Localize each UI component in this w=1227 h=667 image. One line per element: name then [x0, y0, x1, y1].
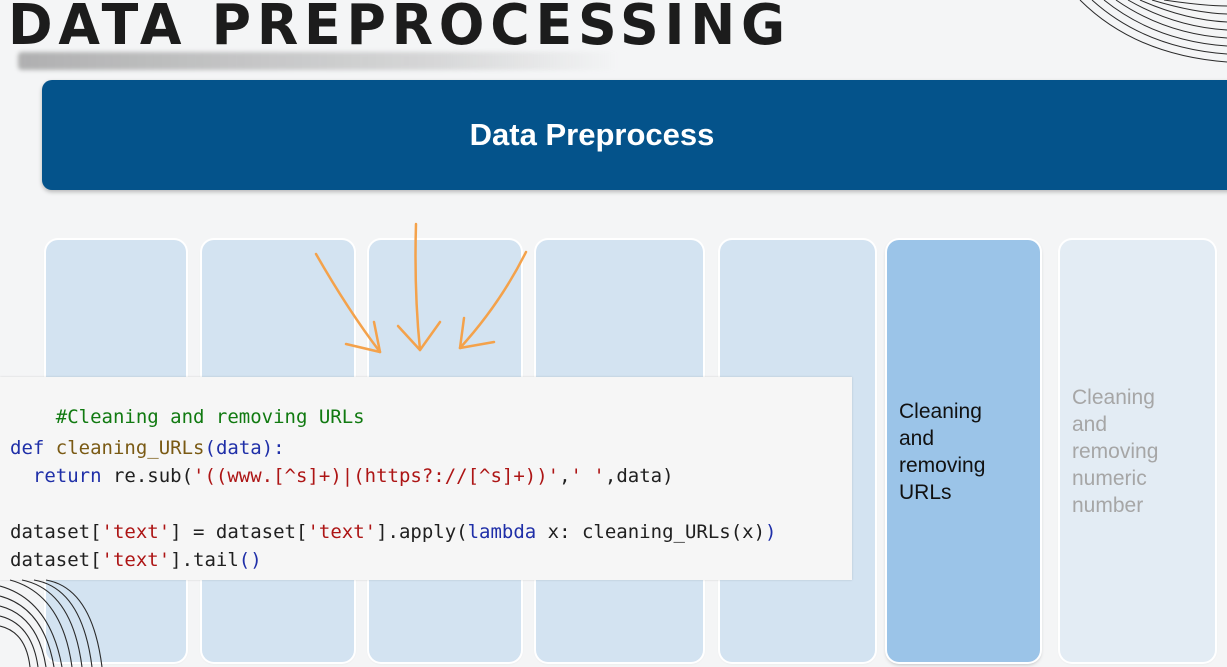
process-card-numeric: Cleaning and removing numeric number — [1060, 240, 1215, 662]
code-apply-line: dataset['text'] = dataset['text'].apply(… — [10, 520, 776, 544]
code-def-keyword: def — [10, 437, 45, 459]
code-func-name: cleaning_URLs — [55, 437, 205, 459]
code-tail-args: ,data) — [604, 465, 674, 487]
code-repl: ' ' — [570, 465, 605, 487]
banner-label: Data Preprocess — [469, 117, 715, 152]
arrow-left — [314, 252, 382, 354]
code-dataset-3: dataset[ — [10, 549, 102, 571]
code-key-2: 'text' — [307, 521, 377, 543]
code-param: (data): — [204, 437, 285, 459]
code-dataset-2: ] = dataset[ — [170, 521, 308, 543]
decorative-arcs-top-right — [1079, 0, 1227, 63]
process-card-urls: Cleaning and removing URLs — [887, 240, 1040, 662]
card-label-numeric: Cleaning and removing numeric number — [1072, 386, 1159, 517]
code-lambda-body: x: cleaning_URLs(x) — [536, 521, 766, 543]
title-underline — [18, 52, 618, 70]
code-resub: re.sub( — [101, 465, 194, 487]
code-comma: , — [559, 465, 571, 487]
code-dataset-1: dataset[ — [10, 521, 102, 543]
arrow-center — [414, 222, 422, 352]
code-lambda-keyword: lambda — [467, 521, 537, 543]
code-pattern: '((www.[^s]+)|(https?://[^s]+))' — [193, 465, 560, 487]
code-comment: #Cleaning and removing URLs — [55, 406, 365, 428]
code-def-line: def cleaning_URLs(data): — [10, 436, 285, 460]
code-tail-parens: () — [238, 549, 262, 571]
code-apply: ].apply( — [376, 521, 468, 543]
slide-title: DATA PREPROCESSING — [8, 0, 791, 58]
code-key-1: 'text' — [101, 521, 171, 543]
card-label-urls: Cleaning and removing URLs — [899, 400, 986, 504]
code-return-line: return re.sub('((www.[^s]+)|(https?://[^… — [10, 464, 674, 488]
arrows-illustration — [314, 222, 528, 354]
arrow-right — [458, 250, 528, 350]
code-tail-line: dataset['text'].tail() — [10, 548, 262, 572]
code-tail: ].tail — [170, 549, 239, 571]
banner: Data Preprocess — [42, 80, 1227, 190]
code-snippet: #Cleaning and removing URLs def cleaning… — [0, 377, 852, 580]
decorative-arcs-bottom-left — [0, 579, 103, 667]
code-key-3: 'text' — [101, 549, 171, 571]
code-return-keyword: return — [32, 465, 102, 487]
code-close-paren: ) — [765, 521, 777, 543]
